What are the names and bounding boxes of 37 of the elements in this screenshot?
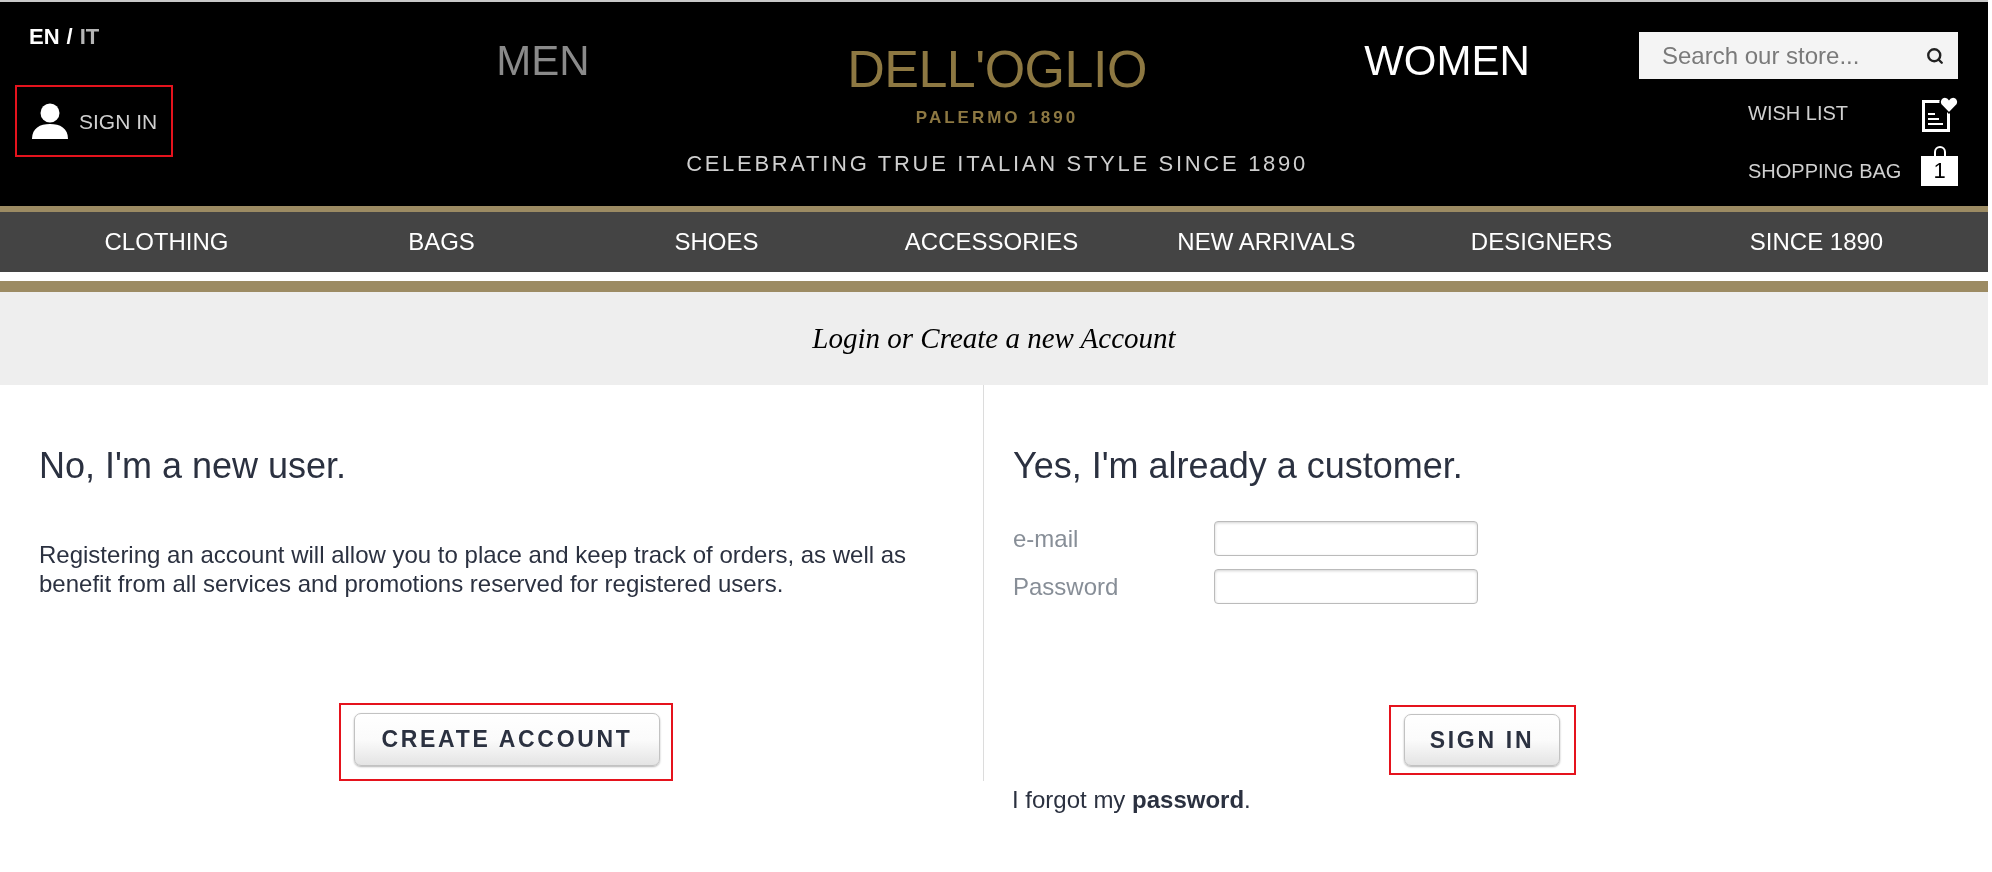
nav-link[interactable]: DESIGNERS <box>1470 230 1613 254</box>
men-link[interactable]: MEN <box>496 40 590 82</box>
section-heading: No, I'm a new user. <box>39 448 347 484</box>
password-link[interactable]: password <box>1132 786 1245 813</box>
women-link[interactable]: WOMEN <box>1364 40 1530 82</box>
nav-link[interactable]: SHOES <box>674 230 759 254</box>
bag-count-badge[interactable]: 1 <box>1921 156 1958 186</box>
field-label: e-mail <box>1013 526 1080 551</box>
language-separator: / <box>66 26 73 48</box>
field-label: Password <box>1013 574 1120 599</box>
logo-subtitle: PALERMO 1890 <box>915 109 1079 126</box>
nav-link[interactable]: NEW ARRIVALS <box>1177 230 1356 254</box>
language-link[interactable]: IT <box>79 26 100 48</box>
logo-wordmark: DELL'OGLIO <box>847 43 1147 95</box>
bag-handle-icon <box>1932 146 1947 156</box>
section-heading: Yes, I'm already a customer. <box>1013 448 1464 484</box>
forgot-password-text: I forgot my password. <box>1011 788 1252 812</box>
action-button[interactable]: CREATE ACCOUNT <box>354 713 660 766</box>
nav-link[interactable]: ACCESSORIES <box>904 230 1079 254</box>
search-icon[interactable] <box>1926 47 1944 65</box>
sign-in-link[interactable]: SIGN IN <box>17 87 172 155</box>
page-title: Login or Create a new Account <box>812 324 1176 353</box>
wish-list-link[interactable]: WISH LIST <box>1748 103 1848 123</box>
shopping-bag-link[interactable]: SHOPPING BAG <box>1748 161 1902 181</box>
document-heart-icon[interactable] <box>1922 94 1958 132</box>
tagline: CELEBRATING TRUE ITALIAN STYLE SINCE 1890 <box>686 153 1308 175</box>
nav-link[interactable]: CLOTHING <box>104 230 229 254</box>
store-logo[interactable]: DELL'OGLIO PALERMO 1890 <box>847 43 1147 126</box>
nav-link[interactable]: SINCE 1890 <box>1749 230 1884 254</box>
text-input-field[interactable] <box>1214 521 1478 556</box>
action-button[interactable]: SIGN IN <box>1403 714 1561 766</box>
text-input-field[interactable] <box>1214 569 1478 604</box>
search-field[interactable]: Search our store... <box>1639 32 1958 79</box>
language-link[interactable]: EN <box>29 26 60 48</box>
nav-link[interactable]: BAGS <box>408 230 475 254</box>
person-icon <box>30 103 70 139</box>
registration-description: Registering an account will allow you to place and keep track of orders, as well as benefit from all services and promotions reserved for registered users. <box>39 540 908 598</box>
